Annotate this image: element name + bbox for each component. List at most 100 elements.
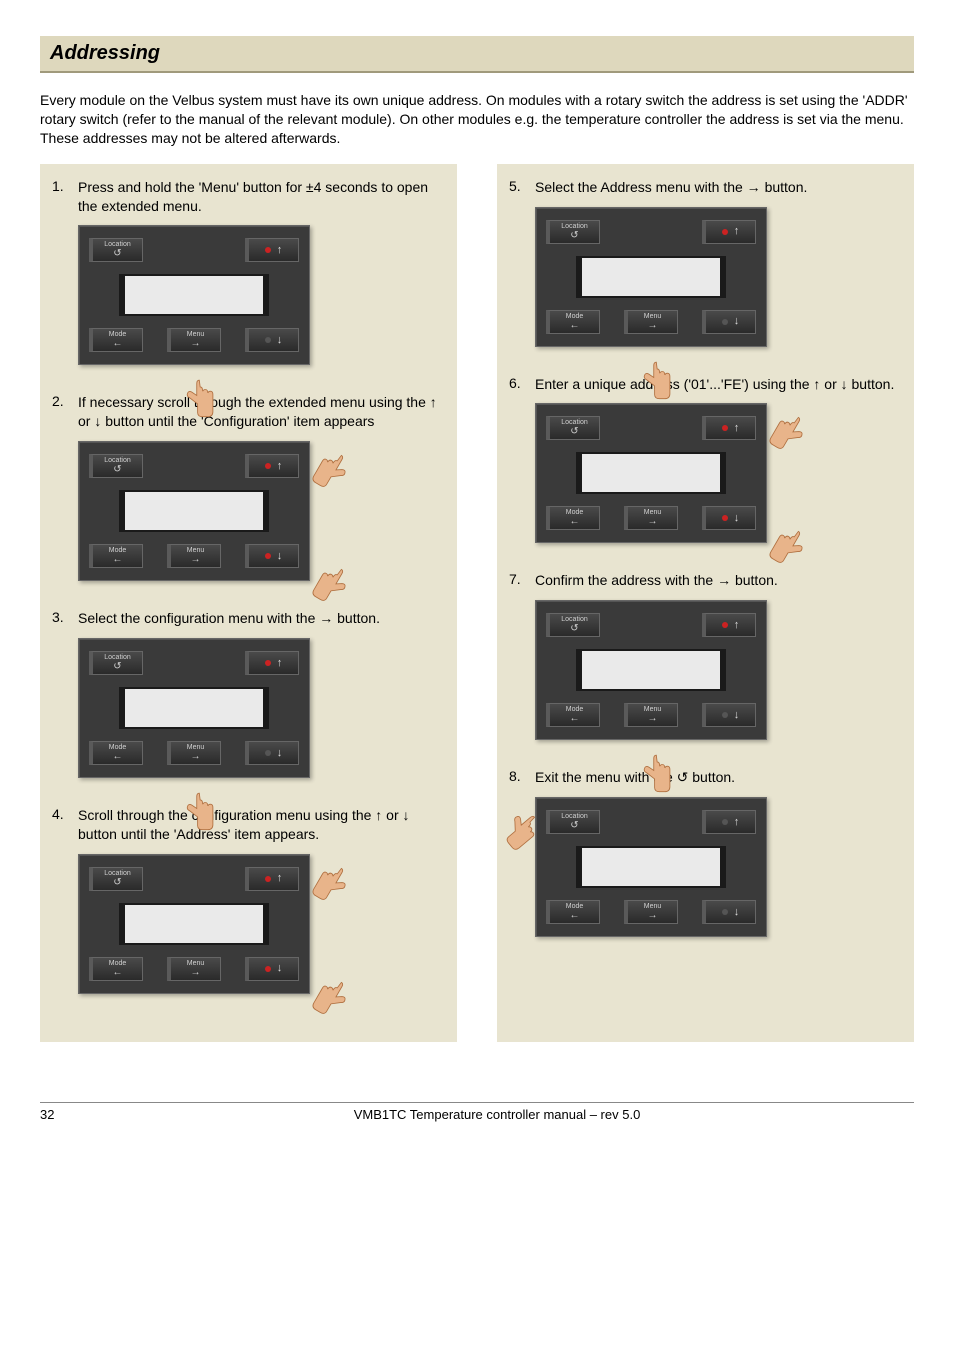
step-text: If necessary scroll through the extended… <box>78 393 445 431</box>
location-button[interactable]: Location ↺ <box>89 238 143 262</box>
down-button[interactable]: ↓ <box>702 310 756 334</box>
step-body: Confirm the address with the → button. L… <box>535 571 902 740</box>
device-panel-wrap: Location ↺ ↑ Mode ← Menu → <box>78 441 310 581</box>
menu-button[interactable]: Menu → <box>167 957 221 981</box>
step: 4. Scroll through the configuration menu… <box>52 806 445 994</box>
up-button[interactable]: ↑ <box>702 220 756 244</box>
menu-button[interactable]: Menu → <box>167 741 221 765</box>
up-button[interactable]: ↑ <box>245 238 299 262</box>
menu-label: Menu <box>187 960 205 967</box>
up-button[interactable]: ↑ <box>245 867 299 891</box>
panel-bottom-row: Mode ← Menu → ↓ <box>546 504 756 532</box>
step-number: 3. <box>52 609 78 778</box>
menu-button[interactable]: Menu → <box>624 900 678 924</box>
location-button[interactable]: Location ↺ <box>89 867 143 891</box>
down-button[interactable]: ↓ <box>245 741 299 765</box>
mode-button[interactable]: Mode ← <box>89 328 143 352</box>
menu-button[interactable]: Menu → <box>167 544 221 568</box>
section-title-bar: Addressing <box>40 36 914 73</box>
down-button[interactable]: ↓ <box>245 328 299 352</box>
panel-top-row: Location ↺ ↑ <box>89 865 299 893</box>
led-icon <box>722 515 728 521</box>
device-panel-wrap: Location ↺ ↑ Mode ← Menu → <box>78 638 310 778</box>
mode-button[interactable]: Mode ← <box>89 957 143 981</box>
step: 1. Press and hold the 'Menu' button for … <box>52 178 445 366</box>
arrow-up-icon: ↑ <box>277 873 283 884</box>
arrow-down-icon: ↓ <box>277 963 283 974</box>
column-right: 5. Select the Address menu with the → bu… <box>497 164 914 1042</box>
arrow-down-icon: ↓ <box>734 316 740 327</box>
arrow-down-icon: ↓ <box>277 748 283 759</box>
columns: 1. Press and hold the 'Menu' button for … <box>40 164 914 1042</box>
mode-button[interactable]: Mode ← <box>546 703 600 727</box>
pointing-hand-icon <box>762 518 814 575</box>
lcd-screen <box>119 490 269 532</box>
location-button[interactable]: Location ↺ <box>546 810 600 834</box>
mode-button[interactable]: Mode ← <box>546 310 600 334</box>
step-text: Select the configuration menu with the →… <box>78 609 445 628</box>
mode-button[interactable]: Mode ← <box>89 544 143 568</box>
mode-button[interactable]: Mode ← <box>546 506 600 530</box>
pointing-hand-icon <box>305 854 357 911</box>
arrow-up-icon: ↑ <box>277 461 283 472</box>
arrow-down-icon: ↓ <box>734 710 740 721</box>
section-title: Addressing <box>50 42 904 65</box>
step: 7. Confirm the address with the → button… <box>509 571 902 740</box>
step: 8. Exit the menu with the ↺ button. Loca… <box>509 768 902 937</box>
led-icon <box>265 750 271 756</box>
location-button[interactable]: Location ↺ <box>546 613 600 637</box>
led-icon <box>265 463 271 469</box>
menu-button[interactable]: Menu → <box>624 703 678 727</box>
up-button[interactable]: ↑ <box>245 454 299 478</box>
device-panel-wrap: Location ↺ ↑ Mode ← Menu → <box>78 854 310 994</box>
step-number: 7. <box>509 571 535 740</box>
menu-label: Menu <box>644 706 662 713</box>
up-button[interactable]: ↑ <box>702 416 756 440</box>
pointing-hand-icon <box>305 442 357 499</box>
menu-label: Menu <box>187 331 205 338</box>
arrow-left-icon: ← <box>570 911 580 921</box>
menu-button[interactable]: Menu → <box>624 506 678 530</box>
pointing-hand-icon <box>305 968 357 1025</box>
arrow-up-icon: ↑ <box>734 620 740 631</box>
step-body: Select the Address menu with the → butto… <box>535 178 902 347</box>
location-button[interactable]: Location ↺ <box>546 416 600 440</box>
arrow-left-icon: ← <box>570 714 580 724</box>
down-button[interactable]: ↓ <box>245 544 299 568</box>
undo-icon: ↺ <box>113 249 121 259</box>
arrow-left-icon: ← <box>113 555 123 565</box>
intro-paragraph: Every module on the Velbus system must h… <box>40 91 914 148</box>
up-button[interactable]: ↑ <box>702 613 756 637</box>
up-button[interactable]: ↑ <box>702 810 756 834</box>
location-button[interactable]: Location ↺ <box>89 454 143 478</box>
arrow-right-icon: → <box>191 968 201 978</box>
panel-top-row: Location ↺ ↑ <box>546 218 756 246</box>
down-button[interactable]: ↓ <box>702 506 756 530</box>
step-number: 2. <box>52 393 78 581</box>
undo-icon: ↺ <box>570 624 578 634</box>
step-number: 5. <box>509 178 535 347</box>
down-button[interactable]: ↓ <box>702 703 756 727</box>
mode-button[interactable]: Mode ← <box>89 741 143 765</box>
location-button[interactable]: Location ↺ <box>89 651 143 675</box>
down-button[interactable]: ↓ <box>245 957 299 981</box>
step-body: Select the configuration menu with the →… <box>78 609 445 778</box>
location-label: Location <box>104 241 130 248</box>
up-button[interactable]: ↑ <box>245 651 299 675</box>
arrow-left-icon: ← <box>113 968 123 978</box>
led-icon <box>265 553 271 559</box>
down-button[interactable]: ↓ <box>702 900 756 924</box>
device-panel: Location ↺ ↑ Mode ← Menu → <box>78 638 310 778</box>
step-number: 8. <box>509 768 535 937</box>
device-panel-wrap: Location ↺ ↑ Mode ← Menu → <box>535 403 767 543</box>
led-icon <box>722 909 728 915</box>
arrow-up-icon: ↑ <box>734 817 740 828</box>
arrow-up-icon: ↑ <box>734 226 740 237</box>
arrow-down-icon: ↓ <box>277 551 283 562</box>
menu-button[interactable]: Menu → <box>624 310 678 334</box>
location-button[interactable]: Location ↺ <box>546 220 600 244</box>
device-panel: Location ↺ ↑ Mode ← Menu → <box>78 441 310 581</box>
mode-button[interactable]: Mode ← <box>546 900 600 924</box>
led-icon <box>265 337 271 343</box>
menu-button[interactable]: Menu → <box>167 328 221 352</box>
